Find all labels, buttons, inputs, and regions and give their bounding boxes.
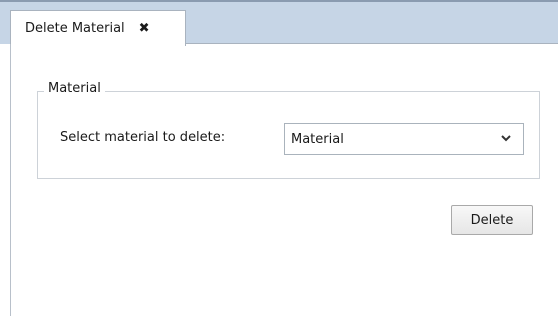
material-select-value: Material [291,131,344,147]
tab-strip: Delete Material ✖ [0,0,558,46]
chevron-down-icon [501,135,511,142]
material-select[interactable]: Material [284,123,524,155]
content-border [186,43,558,44]
tab-delete-material[interactable]: Delete Material ✖ [10,10,186,46]
tab-title: Delete Material [25,21,125,36]
delete-button[interactable]: Delete [451,205,533,235]
group-legend: Material [44,81,105,96]
select-material-label: Select material to delete: [60,130,226,145]
close-icon[interactable]: ✖ [139,21,150,36]
panel-left-border [10,44,11,316]
